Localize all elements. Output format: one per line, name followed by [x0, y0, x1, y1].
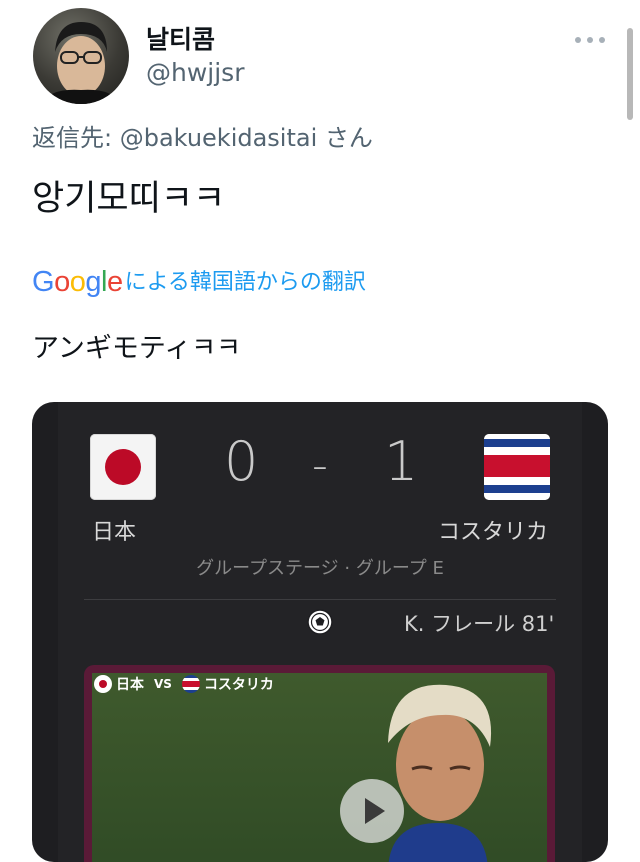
- match-card[interactable]: 0 - 1 日本 コスタリカ グループステージ · グループ E K. フレール…: [32, 402, 608, 862]
- user-handle[interactable]: @hwjjsr: [146, 58, 245, 87]
- away-score: 1: [384, 430, 419, 493]
- goal-event: K. フレール 81': [404, 612, 555, 636]
- scrollbar[interactable]: [627, 28, 633, 120]
- video-thumbnail[interactable]: 日本 VS コスタリカ: [84, 665, 555, 862]
- translate-label[interactable]: による韓国語からの翻訳: [125, 270, 366, 295]
- reply-prefix: 返信先:: [32, 124, 120, 152]
- reply-suffix: さん: [317, 124, 373, 152]
- video-vs-label: VS: [154, 677, 172, 691]
- google-logo: Google: [32, 266, 123, 298]
- reply-to-line: 返信先: @bakuekidasitai さん: [32, 118, 373, 153]
- video-match-label: 日本 VS コスタリカ: [94, 673, 274, 695]
- translated-text: アンギモティㅋㅋ: [32, 333, 241, 364]
- home-score: 0: [224, 430, 259, 493]
- divider: [84, 599, 556, 600]
- display-name[interactable]: 날티콤: [146, 20, 215, 56]
- video-home-label: 日本: [116, 677, 144, 693]
- score-separator: -: [312, 440, 328, 491]
- japan-flag-icon: [90, 434, 156, 500]
- play-icon[interactable]: [340, 779, 404, 843]
- video-away-label: コスタリカ: [203, 677, 274, 693]
- costa-rica-flag-icon: [484, 434, 550, 500]
- translation-attribution[interactable]: Googleによる韓国語からの翻訳: [32, 264, 366, 299]
- home-team-name: 日本: [92, 520, 137, 545]
- soccer-ball-icon: [307, 609, 333, 635]
- avatar-photo: [43, 22, 119, 104]
- match-stage: グループステージ · グループ E: [196, 558, 444, 579]
- costa-rica-mini-flag-icon: [181, 675, 200, 693]
- away-team-name: コスタリカ: [438, 520, 549, 545]
- japan-mini-flag-icon: [94, 675, 112, 693]
- more-horizontal-icon[interactable]: [574, 36, 606, 44]
- avatar[interactable]: [33, 8, 129, 104]
- tweet-text: 앙기모띠ㅋㅋ: [32, 179, 226, 219]
- reply-mention-link[interactable]: @bakuekidasitai: [120, 124, 318, 152]
